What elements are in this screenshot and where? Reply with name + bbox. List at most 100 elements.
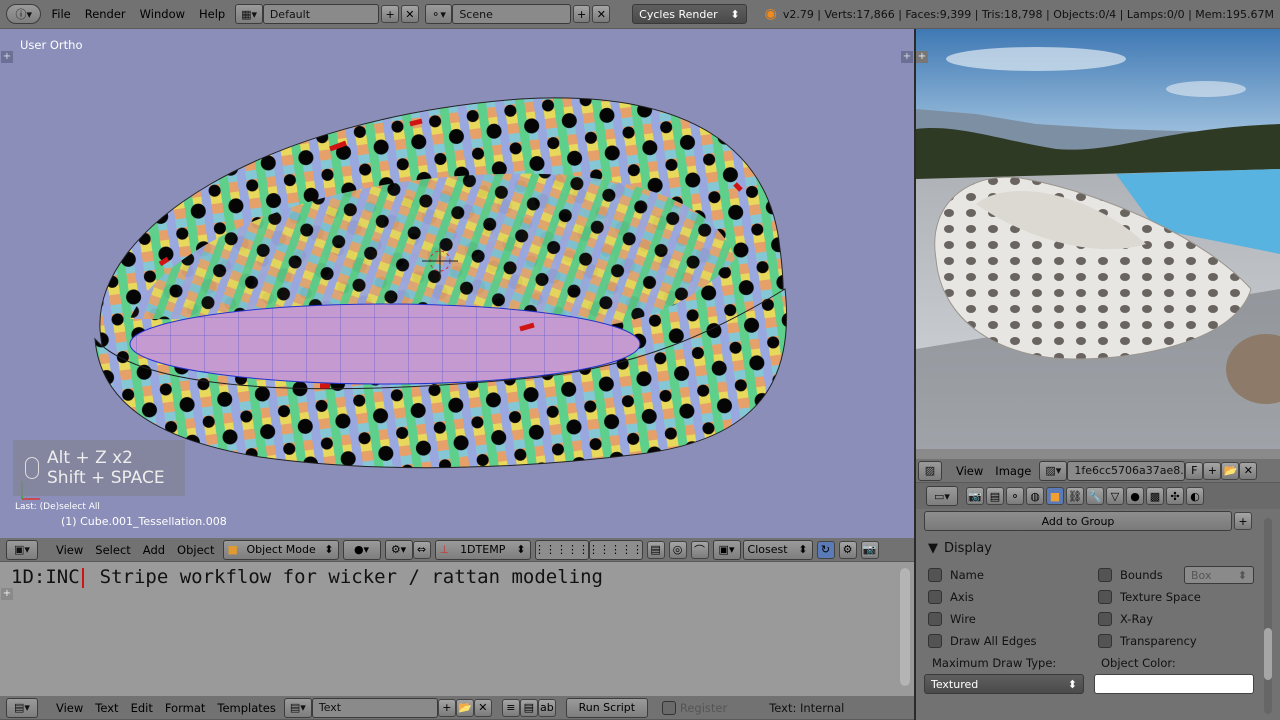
transform-orientation-select[interactable]: ⊥ 1DTEMP ⬍ [434, 539, 531, 560]
pivot-point-icon[interactable]: ⚙▾ [384, 539, 413, 560]
properties-editor-icon[interactable]: ▭▾ [926, 486, 958, 506]
material-tab-icon[interactable]: ● [1126, 487, 1144, 505]
add-to-group-button[interactable]: Add to Group [924, 511, 1232, 531]
render-layers-tab-icon[interactable]: ▤ [986, 487, 1004, 505]
scene-icon[interactable]: ⚬▾ [424, 4, 453, 24]
region-toggle-icon[interactable]: + [1, 588, 13, 600]
bounds-type-select[interactable]: Box ⬍ [1184, 566, 1254, 584]
editor-type-image-icon[interactable]: ▨ [918, 460, 942, 481]
transparency-option[interactable]: Transparency [1098, 630, 1268, 652]
add-scene-icon[interactable]: + [572, 5, 591, 23]
text-menu-templates[interactable]: Templates [213, 701, 279, 715]
unlink-text-icon[interactable]: ✕ [473, 698, 492, 717]
layout-name-field[interactable]: Default [262, 4, 380, 24]
image-menu-view[interactable]: View [952, 464, 987, 478]
text-editor-area[interactable]: 1D:INC Stripe workflow for wicker / ratta… [0, 562, 914, 696]
proportional-edit-icon[interactable]: ◎ [668, 540, 687, 559]
text-name-field[interactable]: Text [311, 697, 438, 718]
delete-scene-icon[interactable]: ✕ [592, 5, 611, 23]
3d-viewport[interactable]: User Ortho + + Alt + Z x2 Shift + SPACE … [0, 29, 914, 538]
draw-all-edges-option[interactable]: Draw All Edges [928, 630, 1098, 652]
properties-scrollbar-thumb[interactable] [1264, 628, 1272, 680]
xray-option[interactable]: X-Ray [1098, 608, 1268, 630]
mode-select[interactable]: ■ Object Mode ⬍ [222, 539, 339, 560]
text-menu-view[interactable]: View [52, 701, 87, 715]
axis-checkbox[interactable] [928, 590, 942, 604]
register-checkbox[interactable] [661, 700, 676, 715]
scene-name-field[interactable]: Scene [452, 4, 571, 24]
draw-all-edges-checkbox[interactable] [928, 634, 942, 648]
snap-align-rotation-icon[interactable]: ↻ [816, 540, 835, 559]
text-menu-format[interactable]: Format [161, 701, 210, 715]
snap-element-select[interactable]: ▣▾ [712, 539, 741, 560]
text-menu-text[interactable]: Text [91, 701, 122, 715]
name-checkbox[interactable] [928, 568, 942, 582]
open-text-icon[interactable]: 📂 [455, 698, 474, 717]
texture-space-option[interactable]: Texture Space [1098, 586, 1268, 608]
delete-layout-icon[interactable]: ✕ [400, 5, 419, 23]
image-name-field[interactable]: 1fe6cc5706a37ae8... [1067, 460, 1186, 481]
add-layout-icon[interactable]: + [381, 5, 399, 23]
viewport-menu-view[interactable]: View [52, 543, 87, 557]
snap-target-select[interactable]: Closest ⬍ [742, 539, 813, 560]
bounds-option[interactable]: Bounds Box ⬍ [1098, 564, 1268, 586]
editor-type-3dview-icon[interactable]: ▣▾ [6, 539, 38, 560]
text-menu-edit[interactable]: Edit [127, 701, 157, 715]
display-panel-header[interactable]: ▼ Display [928, 541, 1280, 556]
viewport-menu-object[interactable]: Object [173, 543, 218, 557]
unlink-image-icon[interactable]: ✕ [1239, 461, 1258, 480]
constraints-tab-icon[interactable]: ⛓ [1066, 487, 1084, 505]
new-text-icon[interactable]: + [437, 698, 456, 717]
data-tab-icon[interactable]: ▽ [1106, 487, 1124, 505]
image-region-toggle-icon[interactable]: + [916, 51, 928, 63]
viewport-menu-select[interactable]: Select [91, 543, 134, 557]
image-editor-area[interactable]: + [916, 29, 1280, 459]
snap-project-icon[interactable]: ⚙ [838, 540, 857, 559]
wire-checkbox[interactable] [928, 612, 942, 626]
layers-grid[interactable]: ⋮⋮⋮⋮⋮ [534, 539, 589, 560]
object-color-swatch[interactable] [1094, 674, 1254, 694]
vertical-area-divider[interactable] [914, 29, 916, 720]
fake-user-button[interactable]: F [1185, 461, 1204, 480]
max-draw-type-select[interactable]: Textured ⬍ [924, 674, 1084, 694]
line-numbers-icon[interactable]: ≡ [501, 698, 520, 717]
lock-camera-icon[interactable]: ▤ [646, 540, 665, 559]
text-scrollbar-thumb[interactable] [900, 568, 910, 686]
snap-toggle-icon[interactable]: ⌒ [690, 540, 709, 559]
menu-window[interactable]: Window [136, 7, 189, 21]
physics-tab-icon[interactable]: ◐ [1186, 487, 1204, 505]
transparency-checkbox[interactable] [1098, 634, 1112, 648]
menu-render[interactable]: Render [81, 7, 130, 21]
viewport-shading-select[interactable]: ●▾ [342, 539, 381, 560]
word-wrap-icon[interactable]: ▤ [519, 698, 538, 717]
screen-layout-icon[interactable]: ▦▾ [235, 4, 263, 24]
editor-type-text-icon[interactable]: ▤▾ [6, 697, 38, 718]
run-script-button[interactable]: Run Script [565, 697, 648, 718]
menu-help[interactable]: Help [195, 7, 229, 21]
render-tab-icon[interactable]: 📷 [966, 487, 984, 505]
world-tab-icon[interactable]: ◍ [1026, 487, 1044, 505]
layers-grid-2[interactable]: ⋮⋮⋮⋮⋮ [588, 539, 643, 560]
xray-checkbox[interactable] [1098, 612, 1112, 626]
render-engine-select[interactable]: Cycles Render ⬍ [632, 4, 747, 24]
viewport-menu-add[interactable]: Add [139, 543, 169, 557]
scene-tab-icon[interactable]: ⚬ [1006, 487, 1024, 505]
properties-scrollbar[interactable] [1264, 518, 1272, 714]
texture-space-checkbox[interactable] [1098, 590, 1112, 604]
axis-option[interactable]: Axis [928, 586, 1098, 608]
open-image-icon[interactable]: 📂 [1221, 461, 1240, 480]
image-browse-icon[interactable]: ▨▾ [1039, 460, 1068, 481]
particles-tab-icon[interactable]: ✣ [1166, 487, 1184, 505]
menu-file[interactable]: File [47, 7, 74, 21]
image-menu-image[interactable]: Image [991, 464, 1035, 478]
name-option[interactable]: Name [928, 564, 1098, 586]
modifiers-tab-icon[interactable]: 🔧 [1086, 487, 1104, 505]
object-tab-icon[interactable]: ■ [1046, 487, 1064, 505]
text-datablock-icon[interactable]: ▤▾ [283, 697, 312, 718]
text-line-1[interactable]: 1D:INC Stripe workflow for wicker / ratta… [11, 566, 603, 588]
syntax-highlight-icon[interactable]: ab [537, 698, 556, 717]
wire-option[interactable]: Wire [928, 608, 1098, 630]
editor-type-info-icon[interactable]: ⓘ▾ [6, 4, 42, 24]
texture-tab-icon[interactable]: ▩ [1146, 487, 1164, 505]
bounds-checkbox[interactable] [1098, 568, 1112, 582]
